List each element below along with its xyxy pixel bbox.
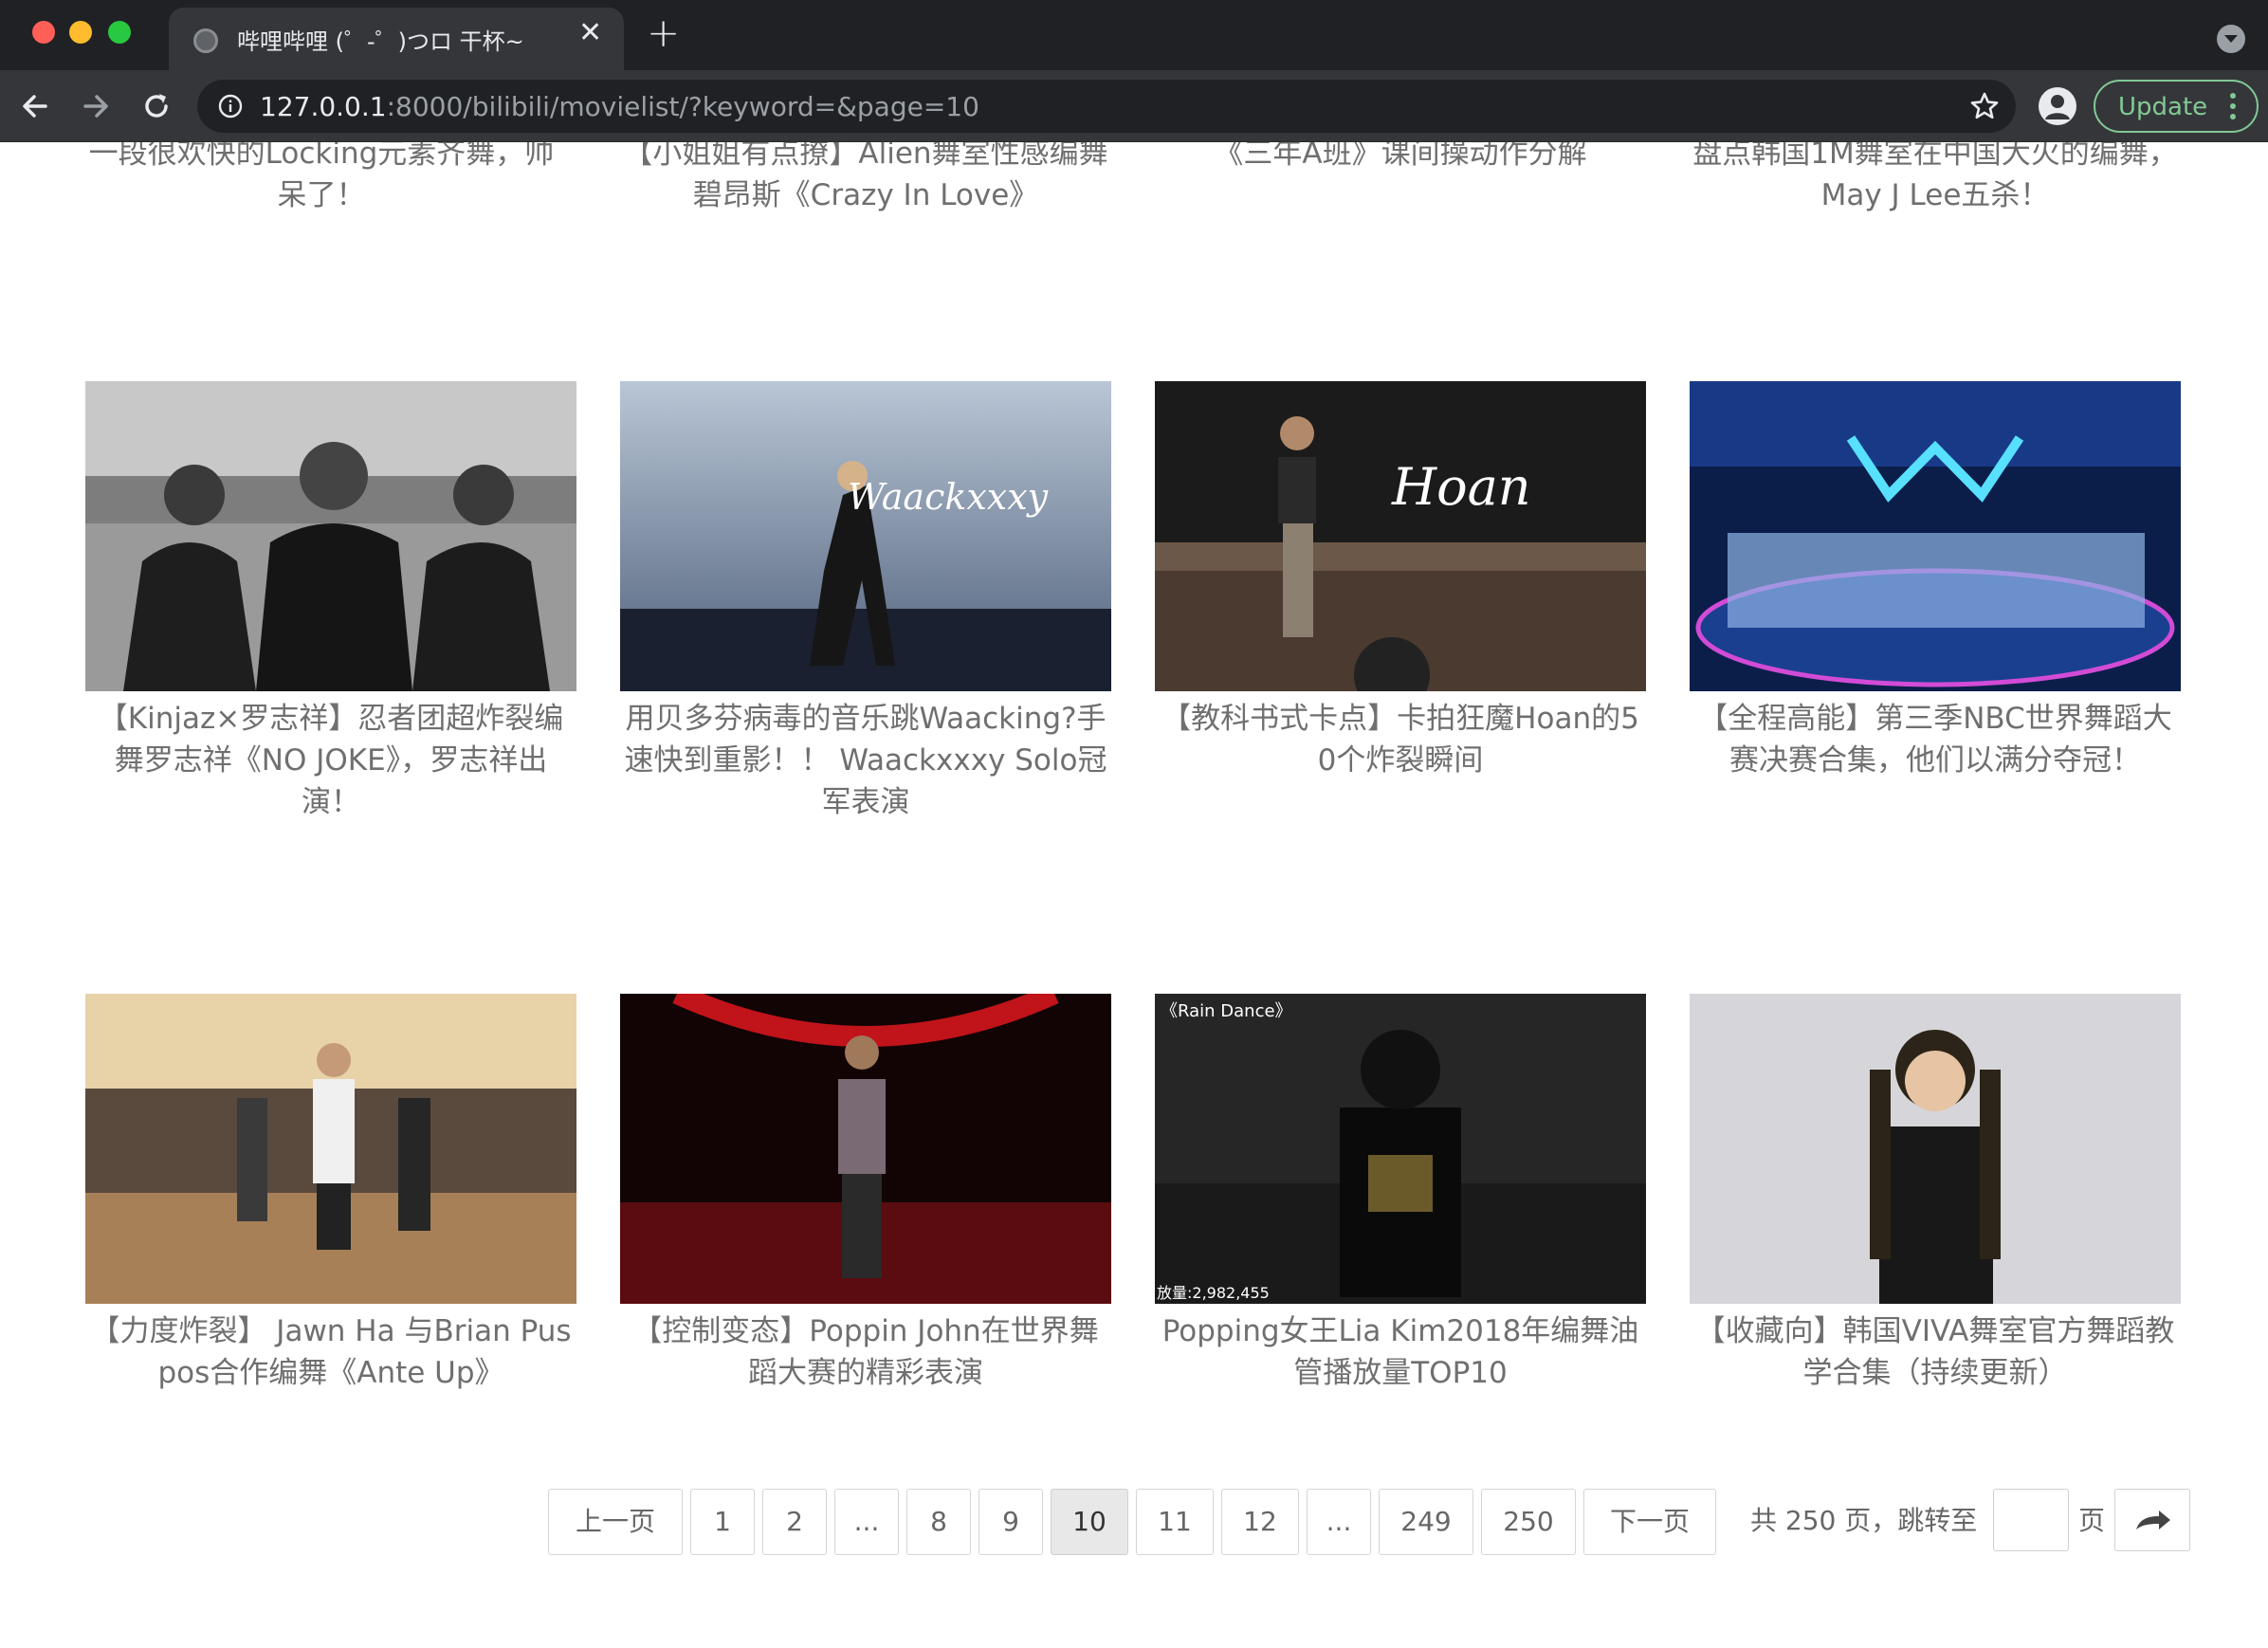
page-button-12[interactable]: 12: [1221, 1489, 1299, 1555]
video-title[interactable]: 【收藏向】韩国VIVA舞室官方舞蹈教学合集（持续更新）: [1690, 1310, 2181, 1394]
video-title[interactable]: 用贝多芬病毒的音乐跳Waacking?手速快到重影！！ Waackxxxy So…: [620, 698, 1111, 823]
reload-icon[interactable]: [138, 88, 174, 124]
new-tab-button[interactable]: +: [647, 13, 680, 53]
video-thumbnail[interactable]: 《Rain Dance》 放量:2,982,455: [1155, 994, 1646, 1304]
forward-arrow-icon[interactable]: [78, 88, 114, 124]
update-button[interactable]: Update: [2094, 80, 2259, 133]
video-title[interactable]: Popping女王Lia Kim2018年编舞油管播放量TOP10: [1155, 1310, 1646, 1394]
page-button-9[interactable]: 9: [979, 1489, 1043, 1555]
page-button-250[interactable]: 250: [1481, 1489, 1576, 1555]
info-icon[interactable]: [218, 94, 243, 119]
jump-page-input[interactable]: [1993, 1489, 2069, 1551]
video-title[interactable]: 【小姐姐有点撩】Alien舞室性感编舞碧昂斯《Crazy In Love》: [620, 142, 1111, 216]
thumbnail-overlay-text: 《Rain Dance》: [1161, 1001, 1292, 1021]
tab-title: 哔哩哔哩 (゜-゜)つロ 干杯~: [237, 28, 524, 55]
thumbnail-overlay-text: Waackxxxy: [848, 476, 1049, 518]
page-button-11[interactable]: 11: [1136, 1489, 1214, 1555]
url-text[interactable]: 127.0.0.1:8000/bilibili/movielist/?keywo…: [260, 91, 979, 122]
tab-close-icon[interactable]: ✕: [578, 19, 602, 47]
video-thumbnail[interactable]: [1690, 381, 2181, 691]
video-title[interactable]: 一段很欢快的Locking元素齐舞，帅呆了！: [76, 142, 567, 216]
share-arrow-icon: [2136, 1511, 2170, 1529]
thumbnail-overlay-text: 放量:2,982,455: [1157, 1284, 1270, 1302]
page-button-1[interactable]: 1: [690, 1489, 755, 1555]
video-title[interactable]: 【力度炸裂】 Jawn Ha 与Brian Puspos合作编舞《Ante Up…: [85, 1310, 576, 1394]
video-title[interactable]: 【Kinjaz×罗志祥】忍者团超炸裂编舞罗志祥《NO JOKE》，罗志祥出演！: [85, 698, 576, 823]
page-ellipsis: ...: [1307, 1489, 1371, 1555]
video-thumbnail[interactable]: [620, 994, 1111, 1304]
browser-tab-bar: 哔哩哔哩 (゜-゜)つロ 干杯~ ✕ +: [0, 0, 2268, 70]
bookmark-star-icon[interactable]: [1968, 90, 2001, 122]
globe-icon: [193, 28, 218, 53]
page-button-8[interactable]: 8: [906, 1489, 971, 1555]
total-pages-label: 共 250 页，跳转至: [1750, 1505, 1978, 1536]
browser-toolbar: 127.0.0.1:8000/bilibili/movielist/?keywo…: [0, 70, 2268, 142]
video-thumbnail[interactable]: [1690, 994, 2181, 1304]
back-arrow-icon[interactable]: [17, 88, 53, 124]
video-title[interactable]: 盘点韩国1M舞室在中国大火的编舞，May J Lee五杀！: [1690, 142, 2181, 216]
thumbnail-overlay-text: Hoan: [1392, 457, 1531, 517]
video-thumbnail[interactable]: [85, 381, 576, 691]
more-vert-icon: [2230, 93, 2238, 124]
page-button-2[interactable]: 2: [762, 1489, 827, 1555]
tab-search-icon[interactable]: [2217, 25, 2245, 53]
browser-tab-active[interactable]: 哔哩哔哩 (゜-゜)つロ 干杯~ ✕: [169, 8, 624, 70]
page-button-10-current[interactable]: 10: [1051, 1489, 1128, 1555]
video-thumbnail[interactable]: [85, 994, 576, 1304]
address-bar[interactable]: 127.0.0.1:8000/bilibili/movielist/?keywo…: [197, 80, 2016, 133]
video-title[interactable]: 《三年A班》课间操动作分解: [1155, 142, 1646, 174]
prev-page-button[interactable]: 上一页: [548, 1489, 683, 1555]
video-thumbnail[interactable]: Waackxxxy: [620, 381, 1111, 691]
page-button-249[interactable]: 249: [1379, 1489, 1473, 1555]
profile-avatar-icon[interactable]: [2039, 87, 2076, 125]
window-minimize-button[interactable]: [69, 21, 92, 44]
update-label: Update: [2118, 93, 2208, 121]
window-close-button[interactable]: [32, 21, 55, 44]
page-ellipsis: ...: [834, 1489, 899, 1555]
video-title[interactable]: 【全程高能】第三季NBC世界舞蹈大赛决赛合集，他们以满分夺冠！: [1690, 698, 2181, 781]
video-thumbnail[interactable]: Hoan: [1155, 381, 1646, 691]
url-host: 127.0.0.1: [260, 91, 387, 122]
next-page-button[interactable]: 下一页: [1583, 1489, 1716, 1555]
window-maximize-button[interactable]: [108, 21, 131, 44]
video-title[interactable]: 【教科书式卡点】卡拍狂魔Hoan的50个炸裂瞬间: [1155, 698, 1646, 781]
url-path: :8000/bilibili/movielist/?keyword=&page=…: [386, 91, 979, 122]
page-suffix-label: 页: [2078, 1505, 2106, 1536]
video-title[interactable]: 【控制变态】Poppin John在世界舞蹈大赛的精彩表演: [620, 1310, 1111, 1394]
movie-list-page: 一段很欢快的Locking元素齐舞，帅呆了！ 【小姐姐有点撩】Alien舞室性感…: [0, 142, 2268, 1648]
jump-go-button[interactable]: [2114, 1489, 2190, 1551]
